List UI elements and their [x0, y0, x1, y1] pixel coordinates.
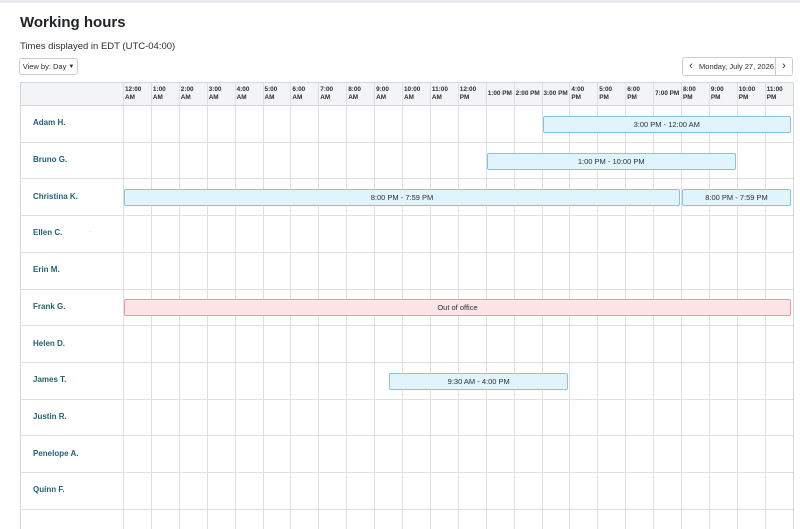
page-title: Working hours — [20, 14, 126, 31]
current-date-label: Monday, July 27, 2026 — [699, 62, 774, 71]
person-name[interactable]: James T. — [33, 375, 66, 384]
person-name[interactable]: Erin M. — [33, 265, 60, 274]
hour-header-label: 1:00 PM — [487, 90, 512, 97]
hour-header-label: 6:00 AM — [292, 86, 306, 101]
hour-header-label: 2:00 PM — [515, 90, 540, 97]
schedule-grid: 12:00 AM 1:00 AM 2:00 AM 3:00 AM 4:00 AM 5:00 AM 6:0… — [20, 82, 794, 529]
hour-header-label: 4:00 PM — [571, 86, 585, 101]
row-divider — [21, 361, 793, 363]
hour-header-label: 1:00 AM — [152, 86, 166, 101]
hour-header-label: 12:00 AM — [125, 86, 142, 101]
chevron-left-icon: ‹ — [689, 60, 693, 72]
row-divider — [21, 215, 793, 217]
view-by-label: View by: Day — [22, 62, 67, 71]
working-hours-block[interactable]: 8:00 PM - 7:59 PM — [124, 189, 680, 207]
row-divider — [21, 472, 793, 473]
hour-header-label: 3:00 AM — [208, 86, 222, 101]
working-hours-block[interactable]: 1:00 PM - 10:00 PM — [486, 152, 736, 170]
hour-header-label: 3:00 PM — [543, 90, 568, 97]
timezone-note: Times displayed in EDT (UTC-04:00) — [20, 41, 176, 52]
hour-header-label: 4:00 AM — [236, 86, 250, 101]
top-divider — [0, 0, 800, 3]
hour-header-label: 7:00 PM — [655, 90, 680, 97]
person-name[interactable]: Adam H. — [33, 118, 65, 127]
hour-header-row: 12:00 AM 1:00 AM 2:00 AM 3:00 AM 4:00 AM 5:00 AM 6:0… — [21, 83, 793, 106]
hour-header-label: 8:00 PM — [683, 86, 696, 101]
row-divider — [21, 178, 793, 180]
working-hours-block[interactable]: 9:30 AM - 4:00 PM — [389, 372, 569, 390]
hour-header-label: 5:00 AM — [264, 86, 278, 101]
view-by-dropdown[interactable]: View by: Day ▼ — [19, 58, 78, 75]
current-date-button[interactable]: Monday, July 27, 2026 — [698, 57, 775, 76]
caret-down-icon: ▼ — [68, 63, 75, 70]
hour-header-label: 2:00 AM — [180, 86, 194, 101]
person-name[interactable]: Penelope A. — [33, 449, 79, 458]
row-divider — [21, 508, 793, 510]
person-name[interactable]: Ellen C. — [33, 228, 62, 237]
hour-header-label: 6:00 PM — [627, 86, 640, 101]
row-divider — [21, 288, 793, 290]
hour-header-label: 8:00 AM — [348, 86, 361, 101]
hour-header-label: 11:00 PM — [766, 86, 783, 101]
hour-header-label: 9:00 AM — [376, 86, 389, 101]
hour-header-label: 7:00 AM — [320, 86, 334, 101]
hour-header-label: 10:00 PM — [738, 86, 756, 101]
hour-header-label: 12:00 PM — [459, 86, 477, 101]
next-day-button[interactable]: › — [775, 57, 793, 76]
row-divider — [21, 251, 793, 253]
row-divider — [21, 435, 793, 437]
working-hours-block[interactable]: 3:00 PM - 12:00 AM — [542, 115, 791, 133]
chevron-right-icon: › — [782, 60, 786, 72]
row-divider — [21, 398, 793, 400]
person-name[interactable]: Christina K. — [33, 192, 78, 201]
hour-header-label: 11:00 AM — [431, 86, 448, 101]
person-name[interactable]: Bruno G. — [33, 155, 67, 164]
cursor-dot: · — [89, 229, 91, 236]
hour-header-label: 10:00 AM — [404, 86, 421, 101]
person-name[interactable]: Justin R. — [33, 412, 67, 421]
person-name[interactable]: Frank G. — [33, 302, 65, 311]
row-divider — [21, 325, 793, 327]
hour-header-label: 9:00 PM — [710, 86, 724, 101]
hour-header-label: 5:00 PM — [599, 86, 613, 101]
person-name[interactable]: Helen D. — [33, 339, 65, 348]
out-of-office-block[interactable]: Out of office — [124, 299, 791, 317]
working-hours-block[interactable]: 8:00 PM - 7:59 PM — [682, 189, 791, 207]
person-name[interactable]: Quinn F. — [33, 485, 65, 494]
row-divider — [21, 141, 793, 143]
